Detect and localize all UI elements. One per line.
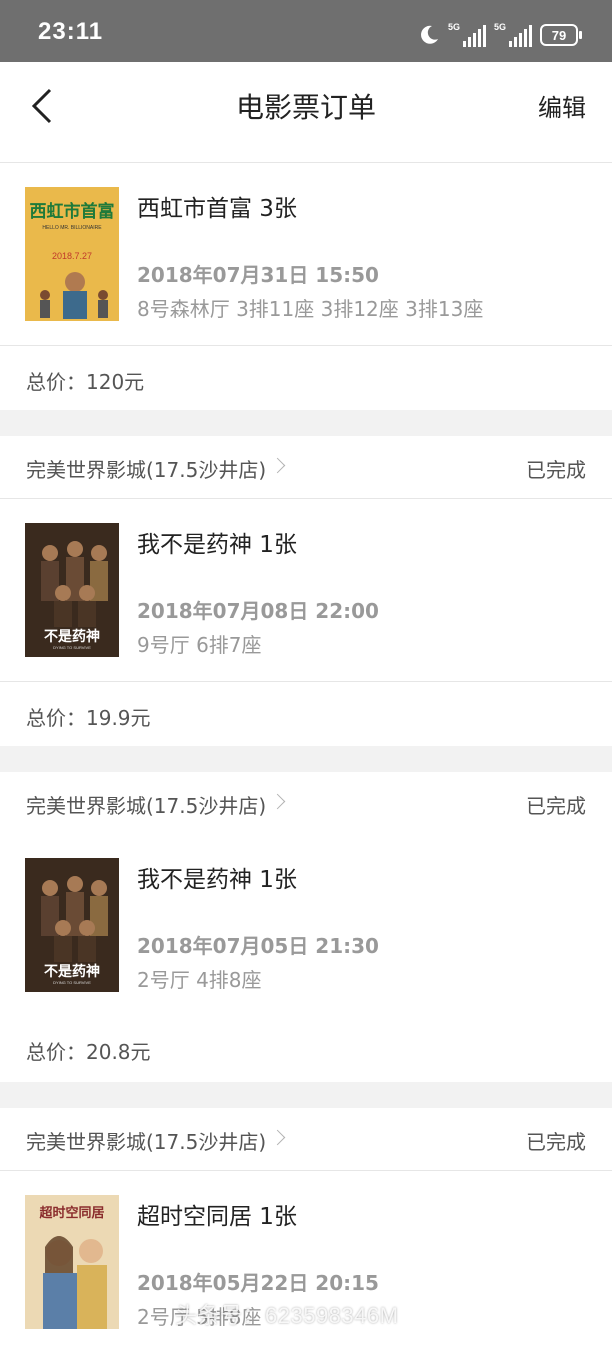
order-body[interactable]: 西虹市首富 HELLO MR. BILLIONAIRE 2018.7.27 西虹…: [0, 163, 612, 345]
status-bar: 23:11 5G 5G 79: [0, 0, 612, 62]
movie-poster: 不是药神 DYING TO SURVIVE: [25, 523, 119, 657]
cinema-name: 完美世界影城(17.5沙井店): [26, 458, 267, 482]
svg-text:2018.7.27: 2018.7.27: [52, 251, 92, 261]
order-card[interactable]: 西虹市首富 HELLO MR. BILLIONAIRE 2018.7.27 西虹…: [0, 163, 612, 410]
total-row: 总价：120元: [0, 345, 612, 410]
svg-text:DYING TO SURVIVE: DYING TO SURVIVE: [53, 980, 91, 985]
svg-text:HELLO MR. BILLIONAIRE: HELLO MR. BILLIONAIRE: [42, 225, 102, 231]
order-status: 已完成: [526, 1130, 586, 1154]
svg-text:西虹市首富: 西虹市首富: [30, 201, 115, 222]
section-divider: [0, 1082, 612, 1108]
cinema-name: 完美世界影城(17.5沙井店): [26, 794, 267, 818]
total-row: 总价：19.9元: [0, 681, 612, 746]
nav-bar: 电影票订单 编辑: [0, 62, 612, 163]
svg-text:DYING TO SURVIVE: DYING TO SURVIVE: [53, 645, 91, 650]
chevron-right-icon: [269, 793, 286, 810]
cinema-row[interactable]: 完美世界影城(17.5沙井店) 已完成: [0, 772, 612, 834]
battery-icon: 79: [540, 24, 582, 46]
cinema-name: 完美世界影城(17.5沙井店): [26, 1130, 267, 1154]
show-datetime: 2018年07月31日 15:50: [137, 263, 379, 287]
page-title: 电影票订单: [235, 91, 376, 124]
signal-icon: 5G: [494, 22, 532, 47]
movie-poster: 西虹市首富 HELLO MR. BILLIONAIRE 2018.7.27: [25, 187, 119, 321]
movie-title: 超时空同居 1张: [137, 1204, 297, 1230]
signal-icon: 5G: [448, 22, 486, 47]
order-status: 已完成: [526, 458, 586, 482]
order-body[interactable]: 不是药神 DYING TO SURVIVE 我不是药神 1张 2018年07月0…: [0, 834, 612, 1016]
movie-title: 我不是药神 1张: [137, 532, 297, 558]
show-datetime: 2018年05月22日 20:15: [137, 1271, 379, 1295]
seat-info: 9号厅 6排7座: [137, 633, 262, 657]
battery-level: 79: [551, 27, 567, 43]
svg-text:超时空同居: 超时空同居: [39, 1205, 104, 1221]
seat-info: 2号厅 4排8座: [137, 968, 262, 992]
order-card[interactable]: 完美世界影城(17.5沙井店) 已完成 不是药神 DYING TO SURVIV…: [0, 772, 612, 1080]
total-row: 总价：20.8元: [0, 1016, 612, 1080]
order-card[interactable]: 完美世界影城(17.5沙井店) 已完成 不是药神 DYING TO SURVIV…: [0, 436, 612, 746]
movie-poster: 不是药神 DYING TO SURVIVE: [25, 858, 119, 992]
chevron-right-icon: [269, 457, 286, 474]
status-time: 23:11: [38, 18, 104, 45]
section-divider: [0, 410, 612, 436]
cinema-row[interactable]: 完美世界影城(17.5沙井店) 已完成: [0, 1108, 612, 1171]
total-price: 总价：20.8元: [26, 1040, 151, 1064]
edit-button[interactable]: 编辑: [538, 88, 586, 123]
total-price: 总价：120元: [26, 370, 145, 394]
svg-text:不是药神: 不是药神: [44, 628, 100, 645]
cinema-row[interactable]: 完美世界影城(17.5沙井店) 已完成: [0, 436, 612, 499]
movie-title: 我不是药神 1张: [137, 867, 297, 893]
total-price: 总价：19.9元: [26, 706, 151, 730]
movie-title: 西虹市首富 3张: [137, 196, 297, 222]
order-status: 已完成: [526, 794, 586, 818]
section-divider: [0, 746, 612, 772]
seat-info: 8号森林厅 3排11座 3排12座 3排13座: [137, 297, 484, 321]
moon-icon: [421, 25, 438, 44]
chevron-right-icon: [269, 1129, 286, 1146]
show-datetime: 2018年07月05日 21:30: [137, 934, 379, 958]
svg-text:不是药神: 不是药神: [44, 963, 100, 980]
order-body[interactable]: 不是药神 DYING TO SURVIVE 我不是药神 1张 2018年07月0…: [0, 499, 612, 681]
show-datetime: 2018年07月08日 22:00: [137, 599, 379, 623]
movie-poster: 超时空同居: [25, 1195, 119, 1329]
watermark: 头条号：623598346M: [175, 1303, 399, 1328]
